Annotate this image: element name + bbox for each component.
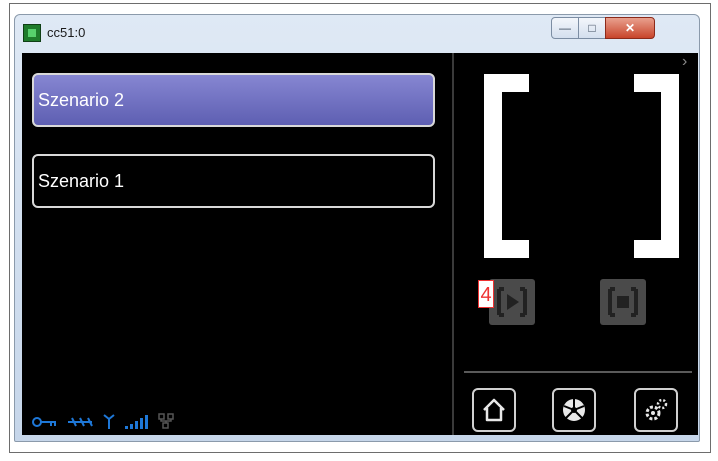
signal-bars-icon: [125, 415, 148, 429]
scenario-button-2[interactable]: Szenario 2: [32, 73, 435, 127]
maximize-button[interactable]: □: [578, 17, 606, 39]
dmx-icon: [68, 417, 93, 427]
status-bar: [32, 413, 174, 429]
scenario-label: Szenario 1: [38, 170, 125, 191]
app-icon: [23, 24, 41, 42]
antenna-icon: [103, 414, 115, 429]
title-bar[interactable]: cc51:0 — □ ✕: [15, 15, 699, 53]
network-icon: [158, 413, 174, 429]
minimize-button[interactable]: —: [551, 17, 579, 39]
app-window: cc51:0 — □ ✕ Szenario 2 Szenario 1 › 4: [14, 14, 700, 442]
play-icon: [497, 287, 527, 317]
scenario-label: Szenario 2: [38, 89, 125, 110]
close-button[interactable]: ✕: [605, 17, 655, 39]
stop-icon: [608, 287, 638, 317]
scenario-button-1[interactable]: Szenario 1: [32, 154, 435, 208]
stop-button[interactable]: [600, 279, 646, 325]
right-bracket-graphic: [634, 74, 679, 258]
minimize-icon: —: [559, 21, 571, 35]
home-button[interactable]: [472, 388, 516, 432]
horizontal-divider: [464, 371, 692, 373]
settings-button[interactable]: [634, 388, 678, 432]
gear-icon: [645, 398, 668, 421]
key-icon: [32, 417, 56, 427]
vertical-divider: [452, 53, 454, 435]
left-bracket-graphic: [484, 74, 529, 258]
fan-icon: [563, 399, 585, 421]
home-icon: [483, 398, 505, 422]
window-title: cc51:0: [47, 25, 86, 40]
annotation-badge: 4: [478, 280, 494, 308]
play-button[interactable]: [489, 279, 535, 325]
app-content: Szenario 2 Szenario 1 › 4: [22, 53, 698, 435]
chevron-right-icon[interactable]: ›: [682, 53, 687, 71]
fan-button[interactable]: [552, 388, 596, 432]
maximize-icon: □: [588, 21, 596, 35]
close-icon: ✕: [624, 21, 636, 35]
